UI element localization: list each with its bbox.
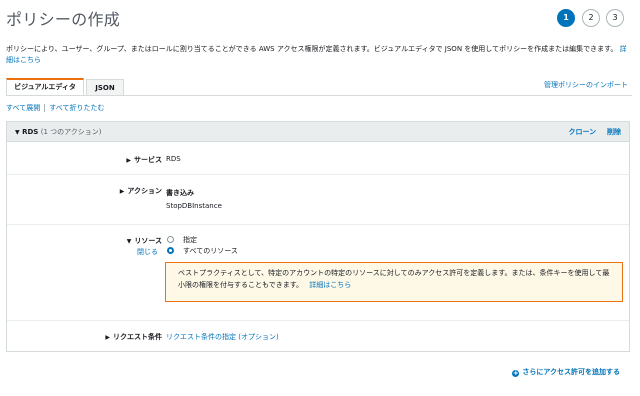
add-permissions-label: さらにアクセス許可を追加する (522, 368, 620, 376)
row-divider (7, 174, 629, 175)
caret-down-icon: ▼ (15, 129, 20, 136)
caret-right-icon: ▶ (126, 157, 131, 164)
collapse-all-link[interactable]: すべて折りたたむ (49, 104, 104, 112)
step-3: 3 (606, 9, 624, 27)
caret-right-icon: ▶ (105, 334, 110, 341)
intro-description: ポリシーにより、ユーザー、グループ、またはロールに割り当てることができる AWS… (6, 44, 632, 66)
action-name: StopDBInstance (166, 202, 222, 210)
resource-label: リソース (134, 237, 162, 245)
radio-specific[interactable] (167, 236, 174, 243)
panel-action-count: (1 つのアクション) (40, 128, 102, 136)
tab-divider (6, 95, 632, 96)
specify-request-conditions-link[interactable]: リクエスト条件の指定 (オプション) (166, 332, 279, 342)
radio-all-resources[interactable] (167, 247, 174, 254)
close-resource-link[interactable]: 閉じる (137, 247, 158, 257)
action-row-label[interactable]: ▶ アクション (62, 186, 162, 196)
request-conditions-label: リクエスト条件 (113, 333, 162, 341)
caret-right-icon: ▶ (119, 188, 125, 195)
clone-button[interactable]: クローン (568, 128, 596, 136)
tab-visual-editor[interactable]: ビジュアルエディタ (6, 78, 84, 96)
row-divider (7, 320, 629, 321)
service-value: RDS (166, 155, 181, 163)
import-managed-policy-link[interactable]: 管理ポリシーのインポート (544, 80, 628, 90)
tab-json[interactable]: JSON (86, 79, 124, 96)
service-label: サービス (134, 156, 162, 164)
caret-down-icon: ▼ (126, 238, 132, 245)
warning-learn-more-link[interactable]: 詳細はこちら (309, 281, 351, 289)
panel-title: ▼ RDS (1 つのアクション) (15, 127, 102, 137)
step-1: 1 (557, 9, 575, 27)
step-2: 2 (582, 9, 600, 27)
expand-collapse-controls: すべて展開 すべて折りたたむ (6, 103, 104, 113)
panel-actions: クローン 削除 (568, 127, 621, 137)
page-title: ポリシーの作成 (6, 10, 121, 29)
request-conditions-row-label[interactable]: ▶ リクエスト条件 (62, 332, 162, 342)
add-permissions-button[interactable]: + さらにアクセス許可を追加する (512, 367, 620, 377)
action-label: アクション (127, 187, 162, 195)
panel-service-name: RDS (22, 128, 39, 136)
warning-text: ベストプラクティスとして、特定のアカウントの特定のリソースに対してのみアクセス許… (178, 269, 610, 289)
radio-specific-label: 指定 (183, 236, 197, 244)
radio-all-resources-label: すべてのリソース (183, 247, 238, 255)
row-divider (7, 224, 629, 225)
separator (44, 104, 46, 112)
best-practice-warning: ベストプラクティスとして、特定のアカウントの特定のリソースに対してのみアクセス許… (165, 262, 623, 302)
panel-header[interactable]: ▼ RDS (1 つのアクション) クローン 削除 (7, 122, 629, 142)
service-row-label[interactable]: ▶ サービス (62, 155, 162, 165)
delete-button[interactable]: 削除 (607, 128, 621, 136)
action-category: 書き込み (166, 189, 194, 197)
expand-all-link[interactable]: すべて展開 (6, 104, 40, 112)
resource-row-label[interactable]: ▼ リソース (62, 236, 162, 246)
plus-circle-icon: + (512, 369, 520, 377)
service-panel: ▼ RDS (1 つのアクション) クローン 削除 ▶ サービス RDS ▶ アクシ… (6, 121, 630, 352)
intro-text: ポリシーにより、ユーザー、グループ、またはロールに割り当てることができる AWS… (6, 45, 618, 53)
